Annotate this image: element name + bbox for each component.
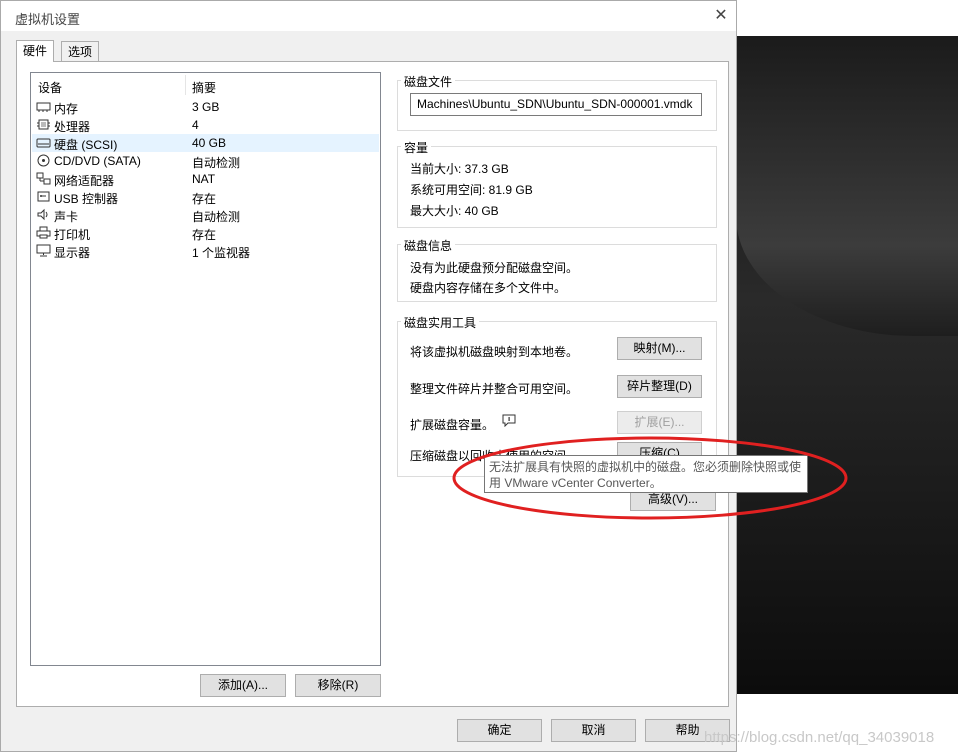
watermark: https://blog.csdn.net/qq_34039018 [704, 729, 935, 746]
device-name: 硬盘 (SCSI) [54, 138, 118, 152]
cancel-button[interactable]: 取消 [551, 719, 636, 742]
add-device-button[interactable]: 添加(A)... [200, 674, 286, 697]
device-summary: NAT [192, 172, 216, 186]
device-name: 网络适配器 [54, 174, 115, 188]
device-summary: 存在 [192, 192, 217, 206]
device-row[interactable]: USB 控制器 存在 [32, 188, 379, 206]
expand-button[interactable]: 扩展(E)... [617, 411, 702, 434]
defrag-label: 整理文件碎片并整合可用空间。 [410, 382, 579, 396]
device-row[interactable]: 网络适配器 NAT [32, 170, 379, 188]
device-row[interactable]: 内存 3 GB [32, 98, 379, 116]
device-summary: 自动检测 [192, 156, 241, 170]
network-adapter-icon [36, 172, 51, 185]
device-row[interactable]: 处理器 4 [32, 116, 379, 134]
device-name: 显示器 [54, 246, 91, 260]
title-bar[interactable]: 虚拟机设置 ✕ [1, 1, 736, 31]
disk-file-title: 磁盘文件 [401, 73, 456, 90]
disk-info-line-1: 没有为此硬盘预分配磁盘空间。 [410, 261, 579, 275]
device-row[interactable]: 打印机 存在 [32, 224, 379, 242]
column-header-device[interactable]: 设备 [38, 79, 62, 96]
device-name: 打印机 [54, 228, 91, 242]
hard-disk-icon [36, 138, 51, 148]
disk-info-title: 磁盘信息 [401, 237, 456, 254]
map-button[interactable]: 映射(M)... [617, 337, 702, 360]
tab-options[interactable]: 选项 [61, 41, 100, 61]
background-window-shine [736, 36, 958, 336]
device-name: 处理器 [54, 120, 91, 134]
close-icon[interactable]: ✕ [709, 5, 733, 27]
map-label: 将该虚拟机磁盘映射到本地卷。 [410, 345, 579, 359]
device-summary: 4 [192, 118, 199, 132]
current-size-text: 当前大小: 37.3 GB [410, 162, 509, 176]
device-name: CD/DVD (SATA) [54, 154, 141, 168]
vm-settings-dialog: 虚拟机设置 ✕ 硬件 选项 设备 摘要 内存 3 GB 处理器 4 硬盘 (SCSI) 4… [0, 0, 737, 752]
device-name: 声卡 [54, 210, 79, 224]
memory-icon [36, 102, 51, 112]
device-row[interactable]: 声卡 自动检测 [32, 206, 379, 224]
disk-file-input[interactable]: Machines\Ubuntu_SDN\Ubuntu_SDN-000001.vm… [410, 93, 702, 116]
device-row[interactable]: CD/DVD (SATA) 自动检测 [32, 152, 379, 170]
device-summary: 1 个监视器 [192, 246, 251, 260]
device-list[interactable]: 设备 摘要 内存 3 GB 处理器 4 硬盘 (SCSI) 40 GB CD/DVD (SA… [30, 72, 381, 666]
speaker-icon [37, 208, 48, 221]
remove-device-button[interactable]: 移除(R) [295, 674, 381, 697]
system-free-text: 系统可用空间: 81.9 GB [410, 183, 533, 197]
background-window [736, 36, 958, 694]
info-icon [502, 414, 516, 427]
device-row[interactable]: 硬盘 (SCSI) 40 GB [32, 134, 379, 152]
device-summary: 自动检测 [192, 210, 241, 224]
device-row[interactable]: 显示器 1 个监视器 [32, 242, 379, 260]
device-summary: 存在 [192, 228, 217, 242]
cpu-icon [37, 119, 50, 130]
max-size-text: 最大大小: 40 GB [410, 204, 499, 218]
device-name: USB 控制器 [54, 192, 119, 206]
cd-dvd-icon [37, 154, 50, 167]
disk-utilities-title: 磁盘实用工具 [401, 314, 480, 331]
device-name: 内存 [54, 102, 79, 116]
dialog-title: 虚拟机设置 [15, 12, 81, 27]
annotation-ellipse [452, 436, 848, 520]
printer-icon [36, 226, 51, 239]
ok-button[interactable]: 确定 [457, 719, 542, 742]
device-summary: 40 GB [192, 136, 227, 150]
column-header-summary[interactable]: 摘要 [192, 79, 216, 96]
device-summary: 3 GB [192, 100, 220, 114]
column-divider [185, 75, 186, 95]
expand-label: 扩展磁盘容量。 [410, 418, 495, 432]
disk-info-line-2: 硬盘内容存储在多个文件中。 [410, 281, 567, 295]
tab-hardware[interactable]: 硬件 [16, 40, 55, 62]
defrag-button[interactable]: 碎片整理(D) [617, 375, 702, 398]
capacity-title: 容量 [401, 139, 432, 156]
usb-icon [37, 191, 50, 202]
monitor-icon [36, 244, 51, 257]
